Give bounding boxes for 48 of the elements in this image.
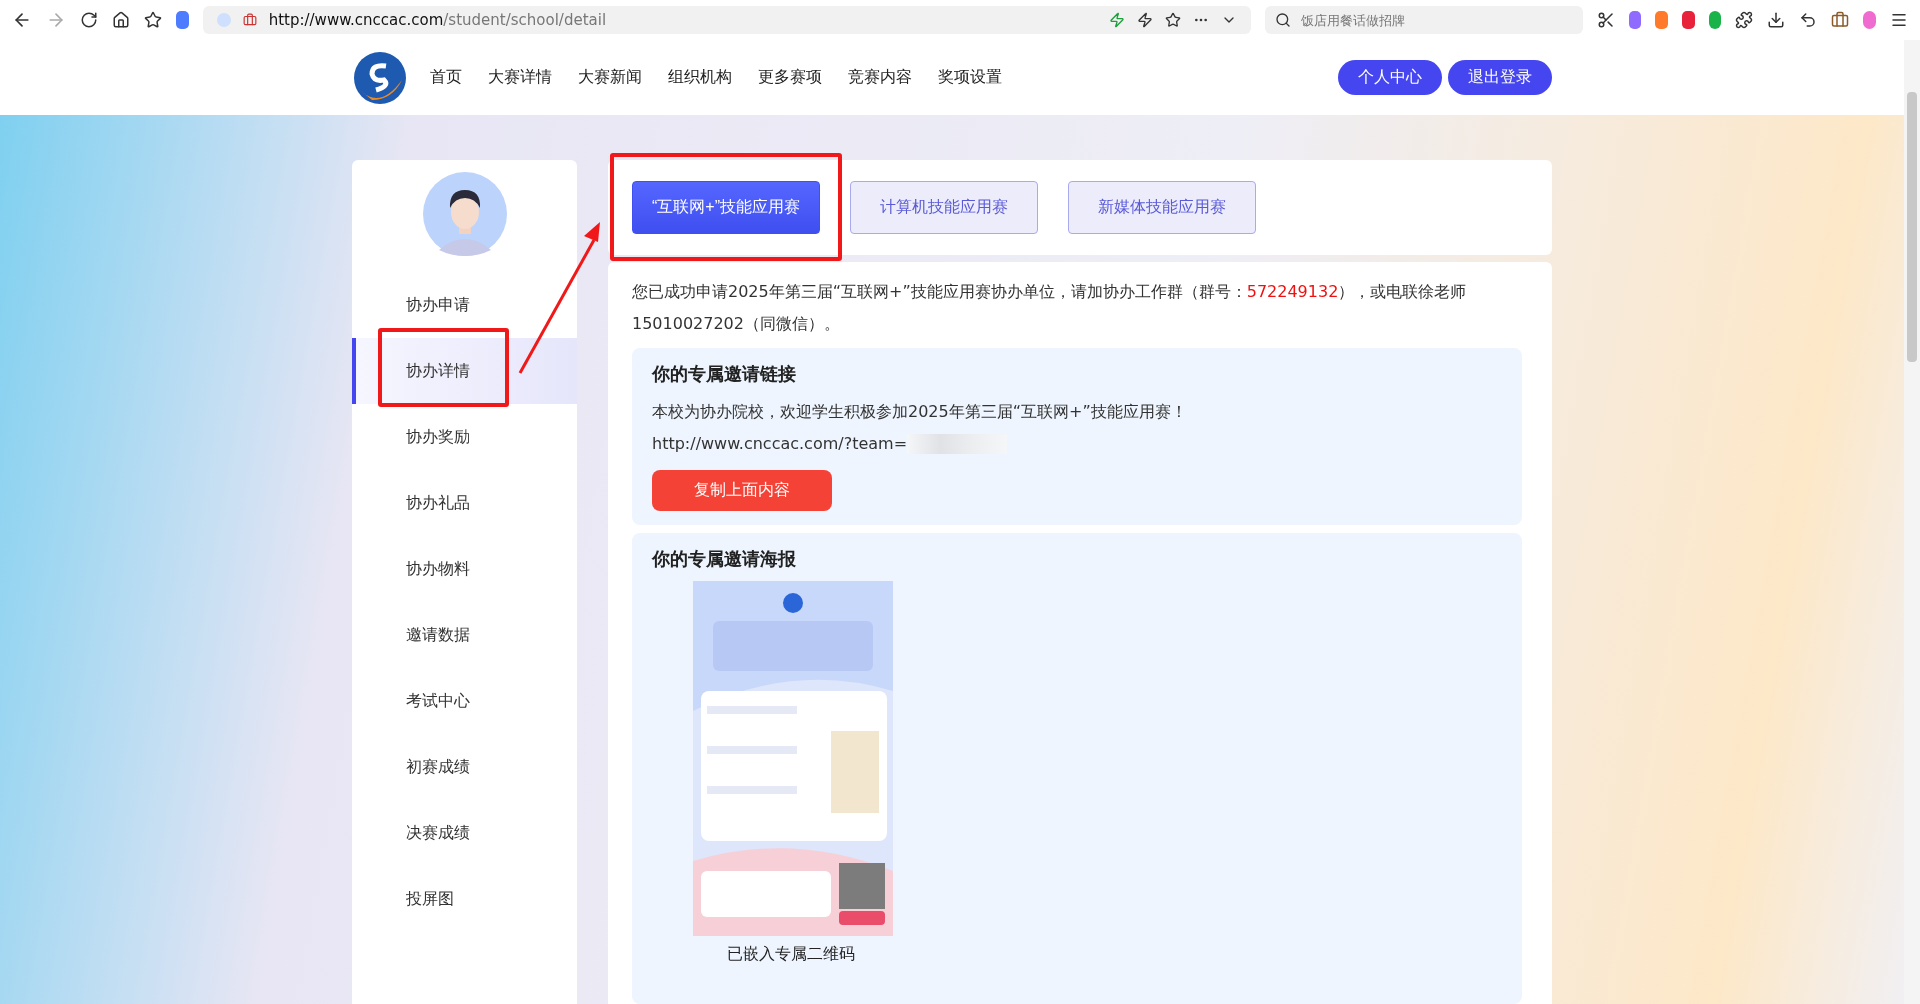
scissors-icon[interactable] <box>1596 11 1615 29</box>
poster-caption: 已嵌入专属二维码 <box>727 944 855 965</box>
header-button[interactable]: 退出登录 <box>1448 60 1552 95</box>
logo-icon[interactable] <box>352 49 408 106</box>
scrollbar[interactable] <box>1904 40 1920 1004</box>
reload-icon[interactable] <box>80 11 98 29</box>
nav-link[interactable]: 竞赛内容 <box>848 67 912 88</box>
briefcase-icon[interactable] <box>1831 11 1850 29</box>
invite-url: http://www.cnccac.com/?team= <box>652 433 908 455</box>
nav-link[interactable]: 大赛新闻 <box>578 67 642 88</box>
sidebar-item[interactable]: 协办详情 <box>352 338 577 404</box>
card-title: 你的专属邀请链接 <box>652 362 796 386</box>
menu-icon[interactable] <box>1890 11 1909 29</box>
search-field[interactable]: 饭店用餐话做招牌 <box>1264 6 1583 34</box>
url-path: /student/school/detail <box>443 11 607 29</box>
invite-text: 本校为协办院校，欢迎学生积极参加2025年第三届“互联网+”技能应用赛！ <box>652 401 1187 423</box>
search-input[interactable]: 饭店用餐话做招牌 <box>1298 11 1573 29</box>
copy-button[interactable]: 复制上面内容 <box>652 470 832 511</box>
nav-link[interactable]: 大赛详情 <box>488 67 552 88</box>
sidebar-item[interactable]: 初赛成绩 <box>352 734 577 800</box>
sidebar-item[interactable]: 协办礼品 <box>352 470 577 536</box>
download-icon[interactable] <box>1767 11 1786 29</box>
nav-link[interactable]: 首页 <box>430 67 462 88</box>
sidebar-item[interactable]: 决赛成绩 <box>352 800 577 866</box>
notice-text: 您已成功申请2025年第三届“互联网+”技能应用赛协办单位，请加协办工作群（群号：572249132），或电联徐老师15010027202（同微信）。 <box>632 281 1468 335</box>
puzzle-icon[interactable] <box>1735 11 1754 29</box>
lightning-icon[interactable] <box>1136 12 1153 28</box>
competition-tab[interactable]: 计算机技能应用赛 <box>850 181 1038 234</box>
sidebar-item[interactable]: 协办申请 <box>352 272 577 338</box>
home-icon[interactable] <box>112 11 130 29</box>
nav-link[interactable]: 更多赛项 <box>758 67 822 88</box>
url-host: http://www.cnccac.com <box>268 11 444 29</box>
sidebar-item[interactable]: 邀请数据 <box>352 602 577 668</box>
nav-link[interactable]: 奖项设置 <box>938 67 1002 88</box>
undo-icon[interactable] <box>1799 11 1818 29</box>
header-button[interactable]: 个人中心 <box>1338 60 1442 95</box>
sidebar-item[interactable]: 投屏图 <box>352 866 577 932</box>
search-icon <box>1274 12 1291 28</box>
nav-link[interactable]: 组织机构 <box>668 67 732 88</box>
competition-tab[interactable]: “互联网+”技能应用赛 <box>632 181 820 234</box>
competition-tab[interactable]: 新媒体技能应用赛 <box>1068 181 1256 234</box>
favorites-icon[interactable] <box>144 11 162 29</box>
bookmark-icon[interactable] <box>1164 12 1181 28</box>
address-bar[interactable]: http://www.cnccac.com/student/school/detail <box>202 6 1251 34</box>
card-title: 你的专属邀请海报 <box>652 547 796 571</box>
sidebar-item[interactable]: 考试中心 <box>352 668 577 734</box>
sidebar-item[interactable]: 协办物料 <box>352 536 577 602</box>
sidebar-item[interactable]: 协办奖励 <box>352 404 577 470</box>
